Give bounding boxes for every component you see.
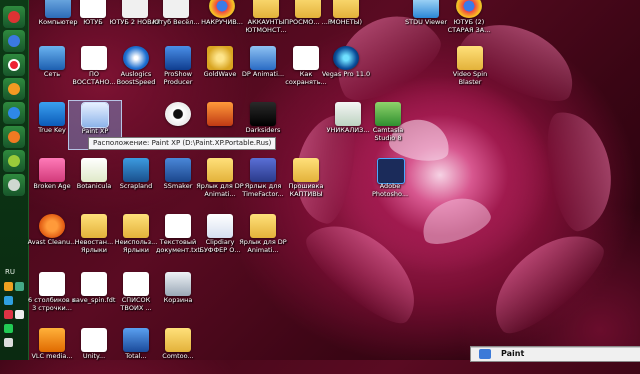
folder-icon [122, 0, 148, 18]
tray-icon-6[interactable] [15, 282, 24, 291]
recycle-bin-icon [165, 272, 191, 296]
tray-icon-5[interactable] [4, 338, 13, 347]
botanicula-icon [81, 158, 107, 182]
chrome-icon [456, 0, 482, 18]
folder-icon [81, 214, 107, 238]
folder-icon [253, 0, 279, 18]
broken-age-icon [39, 158, 65, 182]
timefactor-icon [250, 158, 276, 182]
dp-animation-icon [250, 46, 276, 70]
document-icon [81, 328, 107, 352]
desktop-icon-yarlyk-dp2[interactable]: Ярлык для DP Animati... [237, 212, 289, 260]
dp-animation-icon [250, 214, 276, 238]
desktop-icon-vegas[interactable]: Vegas Pro 11.0 [320, 44, 372, 92]
sidebar-app-4[interactable] [3, 78, 25, 100]
paint-icon [81, 102, 109, 128]
stdu-viewer-icon [413, 0, 439, 18]
auslogics-icon [123, 46, 149, 70]
darksiders-icon [250, 102, 276, 126]
tray-icon-2[interactable] [4, 296, 13, 305]
ssmaker-icon [165, 158, 191, 182]
clipdiary-icon [207, 214, 233, 238]
scrapland-icon [123, 158, 149, 182]
eye-icon [165, 102, 191, 126]
document-icon [81, 272, 107, 296]
document-icon [39, 272, 65, 296]
folder-icon [295, 0, 321, 18]
network-icon [39, 46, 65, 70]
photoshop-icon [377, 158, 405, 184]
goldwave-icon [207, 46, 233, 70]
tray-icon-4[interactable] [4, 324, 13, 333]
desktop-icon-monety[interactable]: МОНЕТЫ) [320, 0, 372, 40]
document-icon [123, 272, 149, 296]
sidebar-app-8[interactable] [3, 174, 25, 196]
tray-icon-3[interactable] [4, 310, 13, 319]
opera-icon[interactable] [3, 54, 25, 76]
desktop-icon-camtasia[interactable]: Camtasia Studio 8 [362, 100, 414, 148]
desktop-icon-proshivka[interactable]: Прошивка КАПТИВЫ [280, 156, 332, 204]
desktop-icon-comtoo[interactable]: Comtoo... [152, 326, 204, 374]
puzzle-icon [207, 102, 233, 126]
vegas-pro-icon [333, 46, 359, 70]
chrome-icon [209, 0, 235, 18]
dp-animation-icon [207, 158, 233, 182]
youtube-icon [80, 0, 106, 18]
sidebar-app-7[interactable] [3, 150, 25, 172]
folder-icon [293, 158, 319, 182]
language-indicator[interactable]: RU [5, 268, 15, 276]
sidebar-app-1[interactable] [3, 6, 25, 28]
folder-icon [123, 214, 149, 238]
popup-separator [471, 347, 640, 348]
proshow-icon [165, 46, 191, 70]
folder-icon [163, 0, 189, 18]
folder-icon [333, 0, 359, 18]
text-file-icon [165, 214, 191, 238]
folder-icon [457, 46, 483, 70]
desktop-icon-video-spin[interactable]: Video Spin Blaster [444, 44, 496, 92]
folder-icon [165, 328, 191, 352]
document-icon [81, 46, 107, 70]
floppy-icon [123, 328, 149, 352]
location-tooltip: Расположение: Paint XP (D:\Paint.XP.Port… [88, 137, 277, 150]
document-icon [293, 46, 319, 70]
tray-icon-1[interactable] [4, 282, 13, 291]
desktop-icon-youtube2-old[interactable]: ЮТУБ (2) СТАРАЯ ЗА... [443, 0, 495, 40]
window-icon [335, 102, 361, 126]
sidebar-app-5[interactable] [3, 102, 25, 124]
camtasia-icon [375, 102, 401, 126]
desktop-icon-recycle-bin[interactable]: Корзина [152, 270, 204, 318]
firefox-icon[interactable] [3, 126, 25, 148]
paint-icon [479, 349, 491, 359]
tray-icon-7[interactable] [15, 310, 24, 319]
desktop-icon-youtube-fun[interactable]: Ютуб Весёл... [150, 0, 202, 40]
desktop-icon-photoshop[interactable]: Adobe Photosho... [364, 156, 416, 204]
avast-icon [39, 214, 65, 238]
left-app-bar: RU [0, 0, 29, 360]
popup-title[interactable]: Paint [501, 349, 524, 358]
sidebar-app-2[interactable] [3, 30, 25, 52]
vlc-icon [39, 328, 65, 352]
truekey-icon [39, 102, 65, 126]
